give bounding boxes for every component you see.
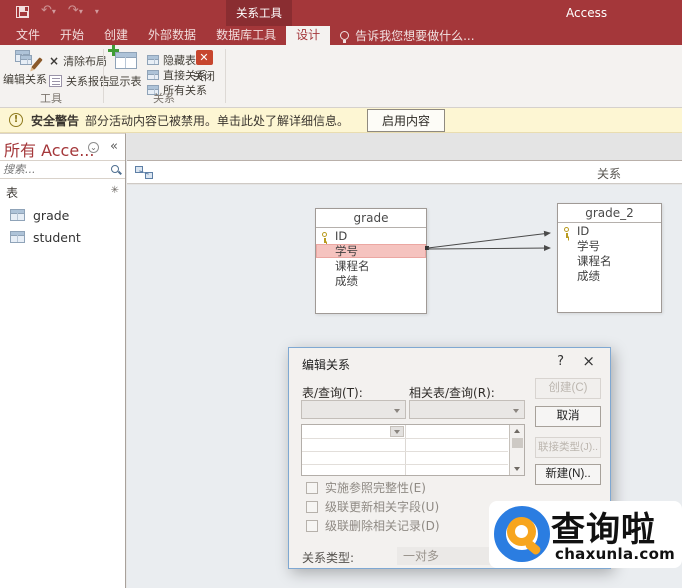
ribbon-separator [225, 49, 226, 103]
table-card-grade[interactable]: grade ID 学号 课程名 成绩 [315, 208, 427, 314]
security-warning-bar: ! 安全警告 部分活动内容已被禁用。单击此处了解详细信息。 启用内容 [0, 108, 682, 133]
nav-menu-icon[interactable]: ⌄ [88, 142, 99, 153]
dialog-help-icon[interactable]: ? [557, 354, 564, 369]
document-tab-title[interactable]: 关系 [597, 165, 621, 182]
redo-icon[interactable]: ↷▾ [68, 4, 83, 19]
watermark-brand: 查询啦 [551, 502, 656, 551]
table-card-title[interactable]: grade [316, 209, 426, 228]
primary-key-icon [322, 232, 327, 237]
search-input[interactable] [3, 163, 103, 176]
create-button[interactable]: 创建(C) [535, 378, 601, 399]
enforce-referential-integrity-checkbox[interactable]: 实施参照完整性(E) [306, 479, 426, 496]
table-card-title[interactable]: grade_2 [558, 204, 661, 223]
cascade-update-checkbox[interactable]: 级联更新相关字段(U) [306, 498, 439, 515]
ribbon-tab-row: 文件 开始 创建 外部数据 数据库工具 设计 告诉我您想要做什么... [0, 26, 682, 45]
relationship-type-label: 关系类型: [302, 549, 354, 566]
join-type-button[interactable]: 联接类型(J).. [535, 437, 601, 458]
scroll-up-icon[interactable] [514, 429, 520, 433]
quick-access-toolbar: ↶▾ ↷▾ ▾ [16, 4, 99, 19]
field-row-xuehao-selected[interactable]: 学号 [316, 244, 426, 258]
navigation-pane: 所有 Acce... ⌄ « 表 ✳ grade student [0, 133, 126, 588]
field-row-id[interactable]: ID [316, 229, 426, 243]
tab-file[interactable]: 文件 [6, 26, 50, 45]
grid-column-divider [405, 425, 406, 475]
field-mapping-grid[interactable] [301, 424, 525, 476]
chaxunla-logo-icon [494, 506, 550, 562]
new-button[interactable]: 新建(N).. [535, 464, 601, 485]
cancel-button[interactable]: 取消 [535, 406, 601, 427]
tell-me-box[interactable]: 告诉我您想要做什么... [330, 26, 474, 45]
show-table-icon [113, 50, 137, 70]
field-row-kechengming[interactable]: 课程名 [558, 254, 661, 268]
shutter-bar-close-icon[interactable]: « [110, 139, 118, 154]
access-window: ↶▾ ↷▾ ▾ 关系工具 Access 文件 开始 创建 外部数据 数据库工具 … [0, 0, 682, 588]
table-query-combobox[interactable] [301, 400, 406, 419]
nav-item-student[interactable]: student [0, 226, 125, 248]
primary-key-icon [564, 227, 569, 232]
relationships-doc-icon [135, 166, 153, 179]
cascade-delete-checkbox[interactable]: 级联删除相关记录(D) [306, 517, 440, 534]
scroll-thumb[interactable] [512, 438, 523, 448]
warning-message[interactable]: 部分活动内容已被禁用。单击此处了解详细信息。 [85, 112, 349, 129]
lightbulb-icon [340, 31, 349, 40]
relationship-report-icon [49, 75, 62, 87]
related-table-query-combobox[interactable] [409, 400, 525, 419]
scroll-down-icon[interactable] [514, 467, 520, 471]
related-table-query-label: 相关表/查询(R): [409, 384, 495, 401]
relationship-report-button[interactable]: 关系报告 [49, 73, 110, 88]
tab-external-data[interactable]: 外部数据 [138, 26, 206, 45]
table-icon [10, 209, 25, 221]
hide-table-icon [147, 55, 159, 65]
watermark-domain: chaxunla.com [555, 545, 675, 563]
clear-layout-button[interactable]: × 清除布局 [49, 53, 107, 68]
field-row-chengji[interactable]: 成绩 [558, 269, 661, 283]
edit-relationships-icon [15, 50, 35, 68]
customize-qat-icon[interactable]: ▾ [95, 7, 99, 16]
tab-design[interactable]: 设计 [286, 26, 330, 45]
section-collapse-icon[interactable]: ✳ [111, 185, 119, 196]
app-title: Access [566, 6, 607, 20]
clear-layout-icon: × [49, 55, 59, 67]
chevron-down-icon [513, 409, 519, 413]
group-label-tools: 工具 [0, 90, 102, 106]
checkbox-icon[interactable] [306, 482, 318, 494]
save-icon[interactable] [16, 6, 29, 18]
field-row-kechengming[interactable]: 课程名 [316, 259, 426, 273]
warning-icon: ! [9, 113, 23, 127]
undo-icon[interactable]: ↶▾ [41, 4, 56, 19]
checkbox-icon[interactable] [306, 501, 318, 513]
chevron-down-icon [394, 430, 400, 434]
tab-home[interactable]: 开始 [50, 26, 94, 45]
dialog-title: 编辑关系 [302, 356, 350, 373]
tab-database-tools[interactable]: 数据库工具 [206, 26, 286, 45]
field-row-xuehao[interactable]: 学号 [558, 239, 661, 253]
close-icon: ✕ [196, 50, 213, 65]
field-row-id[interactable]: ID [558, 224, 661, 238]
document-tab-strip: 关系 [127, 160, 682, 184]
search-icon[interactable] [111, 165, 119, 173]
group-label-relationships: 关系 [104, 90, 224, 106]
checkbox-icon[interactable] [306, 520, 318, 532]
grid-cell-dropdown[interactable] [390, 426, 404, 437]
titlebar: ↶▾ ↷▾ ▾ 关系工具 Access [0, 0, 682, 26]
tab-create[interactable]: 创建 [94, 26, 138, 45]
nav-search-box [0, 160, 125, 179]
table-card-grade-2[interactable]: grade_2 ID 学号 课程名 成绩 [557, 203, 662, 313]
nav-pane-title[interactable]: 所有 Acce... [4, 137, 94, 161]
table-icon [10, 231, 25, 243]
contextual-tab-relationship-tools: 关系工具 [226, 0, 292, 26]
ribbon: 编辑关系 × 清除布局 关系报告 工具 显示表 隐藏表 直接关系 [0, 45, 682, 108]
table-query-label: 表/查询(T): [302, 384, 363, 401]
direct-relationships-icon [147, 70, 159, 80]
watermark: 查询啦 chaxunla.com [489, 501, 682, 568]
tell-me-label: 告诉我您想要做什么... [355, 27, 474, 44]
field-row-chengji[interactable]: 成绩 [316, 274, 426, 288]
chevron-down-icon [394, 409, 400, 413]
grid-scrollbar[interactable] [509, 425, 524, 475]
nav-item-grade[interactable]: grade [0, 204, 125, 226]
enable-content-button[interactable]: 启用内容 [367, 109, 445, 132]
dialog-close-icon[interactable]: × [582, 352, 595, 370]
nav-section-tables[interactable]: 表 ✳ [0, 182, 125, 200]
warning-title: 安全警告 [31, 112, 79, 129]
